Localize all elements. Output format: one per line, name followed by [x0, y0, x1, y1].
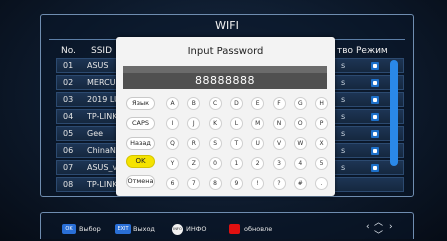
keyboard-key[interactable]: 5: [315, 157, 329, 170]
row-encryption: s: [341, 61, 346, 70]
keyboard-key[interactable]: 8: [208, 177, 222, 190]
row-encryption: s: [341, 112, 346, 121]
keyboard-key[interactable]: X: [315, 137, 329, 150]
row-ssid: TP-LINK: [87, 112, 117, 121]
screen: WIFI No. SSID тво Режим 01 ASUS s 02 MER…: [0, 0, 447, 241]
keyboard-key[interactable]: E: [251, 97, 265, 110]
keyboard-key[interactable]: 1: [229, 157, 243, 170]
keyboard-key[interactable]: Y: [166, 157, 179, 170]
lock-icon: [371, 113, 379, 121]
nav-down-icon: ﹀: [374, 231, 384, 241]
lock-icon: [371, 96, 379, 104]
dialog-title: Input Password: [187, 46, 264, 57]
keyboard-key[interactable]: V: [272, 137, 286, 150]
caps-key[interactable]: CAPS: [126, 117, 155, 130]
row-number: 01: [63, 61, 74, 70]
row-encryption: s: [341, 78, 346, 87]
keyboard-key[interactable]: B: [187, 97, 201, 110]
keyboard-key[interactable]: C: [208, 97, 222, 110]
keyboard-key[interactable]: J: [187, 117, 201, 130]
keyboard-key[interactable]: Q: [166, 137, 179, 150]
row-number: 02: [63, 78, 74, 87]
keyboard-key[interactable]: 3: [272, 157, 286, 170]
keyboard-key[interactable]: 7: [187, 177, 201, 190]
lock-icon: [371, 79, 379, 87]
password-dialog: Input Password 88888888 Язык CAPS Назад …: [116, 37, 335, 196]
lock-icon: [371, 147, 379, 155]
keyboard-key[interactable]: F: [272, 97, 286, 110]
exit-button-icon: EXIT: [115, 224, 131, 234]
keyboard-key[interactable]: !: [251, 177, 265, 190]
keyboard-key[interactable]: ?: [272, 177, 286, 190]
keyboard-key[interactable]: 2: [251, 157, 265, 170]
window-title: WIFI: [215, 19, 239, 32]
keyboard-key[interactable]: 4: [293, 157, 307, 170]
row-encryption: s: [341, 163, 346, 172]
header-encryption: тво: [337, 46, 354, 56]
keyboard-key[interactable]: W: [293, 137, 307, 150]
nav-left-icon: ‹: [366, 222, 370, 232]
row-encryption: s: [341, 146, 346, 155]
row-ssid: Gee: [87, 129, 104, 138]
row-number: 08: [63, 180, 74, 189]
keyboard-key[interactable]: G: [293, 97, 307, 110]
password-field[interactable]: 88888888: [123, 66, 327, 89]
keyboard-key[interactable]: A: [166, 97, 179, 110]
info-label: ИНФО: [186, 225, 207, 233]
keyboard-key[interactable]: #: [293, 177, 307, 190]
row-ssid: 2019 LU: [87, 95, 117, 104]
keyboard-key[interactable]: L: [229, 117, 243, 130]
row-number: 05: [63, 129, 74, 138]
header-no: No.: [61, 46, 76, 56]
keyboard-key[interactable]: .: [315, 177, 329, 190]
keyboard-key[interactable]: Z: [187, 157, 201, 170]
keyboard-key[interactable]: S: [208, 137, 222, 150]
nav-up-icon: ︿: [374, 218, 384, 228]
row-number: 07: [63, 163, 74, 172]
row-encryption: s: [341, 129, 346, 138]
password-value: 88888888: [195, 74, 255, 87]
keyboard-key[interactable]: 9: [229, 177, 243, 190]
keyboard-key[interactable]: O: [293, 117, 307, 130]
row-number: 06: [63, 146, 74, 155]
keyboard-key[interactable]: H: [315, 97, 329, 110]
row-number: 04: [63, 112, 74, 121]
keyboard-key[interactable]: M: [251, 117, 265, 130]
keyboard-key[interactable]: N: [272, 117, 286, 130]
row-encryption: s: [341, 95, 346, 104]
keyboard-key[interactable]: D: [229, 97, 243, 110]
keyboard-key[interactable]: R: [187, 137, 201, 150]
lock-icon: [371, 62, 379, 70]
lock-icon: [371, 164, 379, 172]
row-ssid: TP-LINK: [87, 180, 117, 189]
language-key[interactable]: Язык: [126, 97, 155, 110]
red-button-icon: [229, 224, 240, 234]
row-ssid: ASUS: [87, 61, 109, 70]
ok-key[interactable]: OK: [126, 155, 155, 168]
cancel-key[interactable]: Отмена: [126, 175, 155, 188]
header-ssid: SSID: [91, 46, 113, 56]
nav-right-icon: ›: [389, 222, 393, 232]
keyboard-key[interactable]: K: [208, 117, 222, 130]
password-field-header: [123, 66, 327, 73]
row-number: 03: [63, 95, 74, 104]
row-ssid: ChinaNe: [87, 146, 117, 155]
back-key[interactable]: Назад: [126, 137, 155, 150]
keyboard-key[interactable]: 0: [208, 157, 222, 170]
lock-icon: [371, 130, 379, 138]
keyboard-key[interactable]: P: [315, 117, 329, 130]
select-label: Выбор: [79, 225, 101, 233]
keyboard-key[interactable]: 6: [166, 177, 179, 190]
list-scrollbar[interactable]: [390, 60, 398, 166]
keyboard-key[interactable]: T: [229, 137, 243, 150]
ok-button-icon: OK: [62, 224, 76, 234]
exit-label: Выход: [133, 225, 155, 233]
refresh-label: обновле: [244, 225, 273, 233]
keyboard-key[interactable]: U: [251, 137, 265, 150]
keyboard-key[interactable]: I: [166, 117, 179, 130]
info-button-icon: INFO: [172, 224, 183, 235]
row-ssid: ASUS_vi: [87, 163, 117, 172]
row-ssid: MERCUR: [87, 78, 117, 87]
header-mode: Режим: [356, 46, 388, 56]
